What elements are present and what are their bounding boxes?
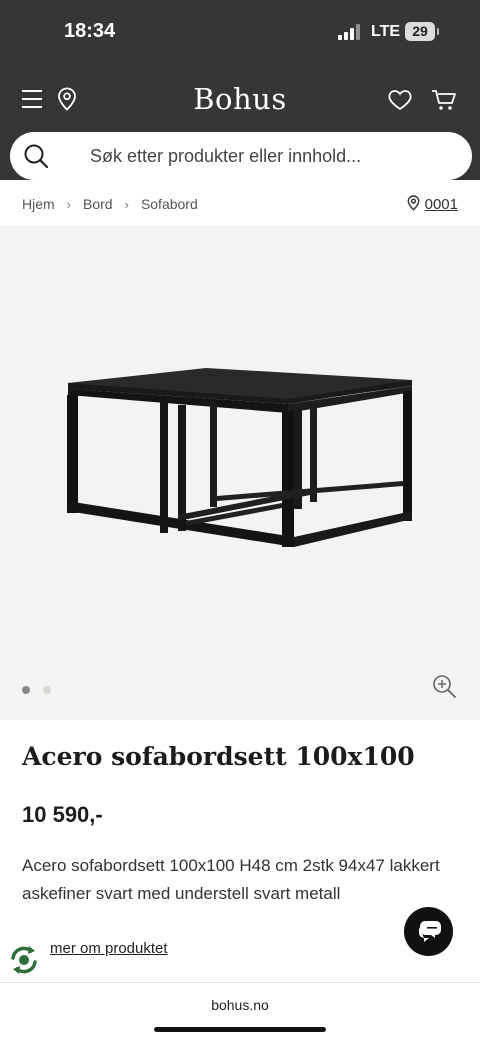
location-pin-icon (407, 195, 420, 211)
product-title: Acero sofabordsett 100x100 (22, 742, 415, 771)
recycle-badge-icon[interactable] (7, 943, 41, 977)
cart-icon[interactable] (431, 89, 457, 111)
breadcrumb-item-sofabord[interactable]: Sofabord (141, 196, 198, 212)
signal-icon (338, 24, 362, 40)
product-description: Acero sofabordsett 100x100 H48 cm 2stk 9… (22, 856, 440, 903)
search-icon (24, 144, 49, 169)
breadcrumb-item-home[interactable]: Hjem (22, 196, 55, 212)
search-input[interactable] (90, 140, 450, 172)
store-selector[interactable]: 0001 (407, 195, 458, 213)
zoom-in-icon[interactable] (432, 674, 456, 698)
chevron-right-icon: › (124, 197, 129, 212)
chevron-right-icon: › (66, 197, 72, 212)
network-label: LTE (371, 23, 401, 40)
heart-icon[interactable] (388, 90, 412, 110)
battery-icon: 29 (405, 22, 439, 41)
product-price: 10 590,- (22, 802, 103, 827)
gallery-dot[interactable] (43, 686, 51, 694)
store-code[interactable]: 0001 (425, 196, 458, 213)
chat-button[interactable] (404, 907, 453, 956)
chat-icon (419, 921, 441, 942)
search-bar[interactable] (10, 132, 472, 180)
breadcrumb-item-bord[interactable]: Bord (83, 196, 113, 212)
more-about-product-link[interactable]: mer om produktet (50, 940, 168, 957)
gallery-dot-active[interactable] (22, 686, 30, 694)
status-bar: 18:34 LTE 29 (0, 0, 480, 66)
breadcrumb: Hjem › Bord › Sofabord (22, 196, 198, 212)
status-time: 18:34 (64, 20, 116, 42)
browser-url[interactable]: bohus.no (0, 997, 480, 1013)
home-indicator[interactable] (154, 1027, 326, 1032)
product-image-gallery[interactable] (0, 226, 480, 720)
site-header: Bohus (0, 66, 480, 180)
product-image (67, 368, 412, 547)
browser-bottom-bar: bohus.no (0, 982, 480, 1042)
